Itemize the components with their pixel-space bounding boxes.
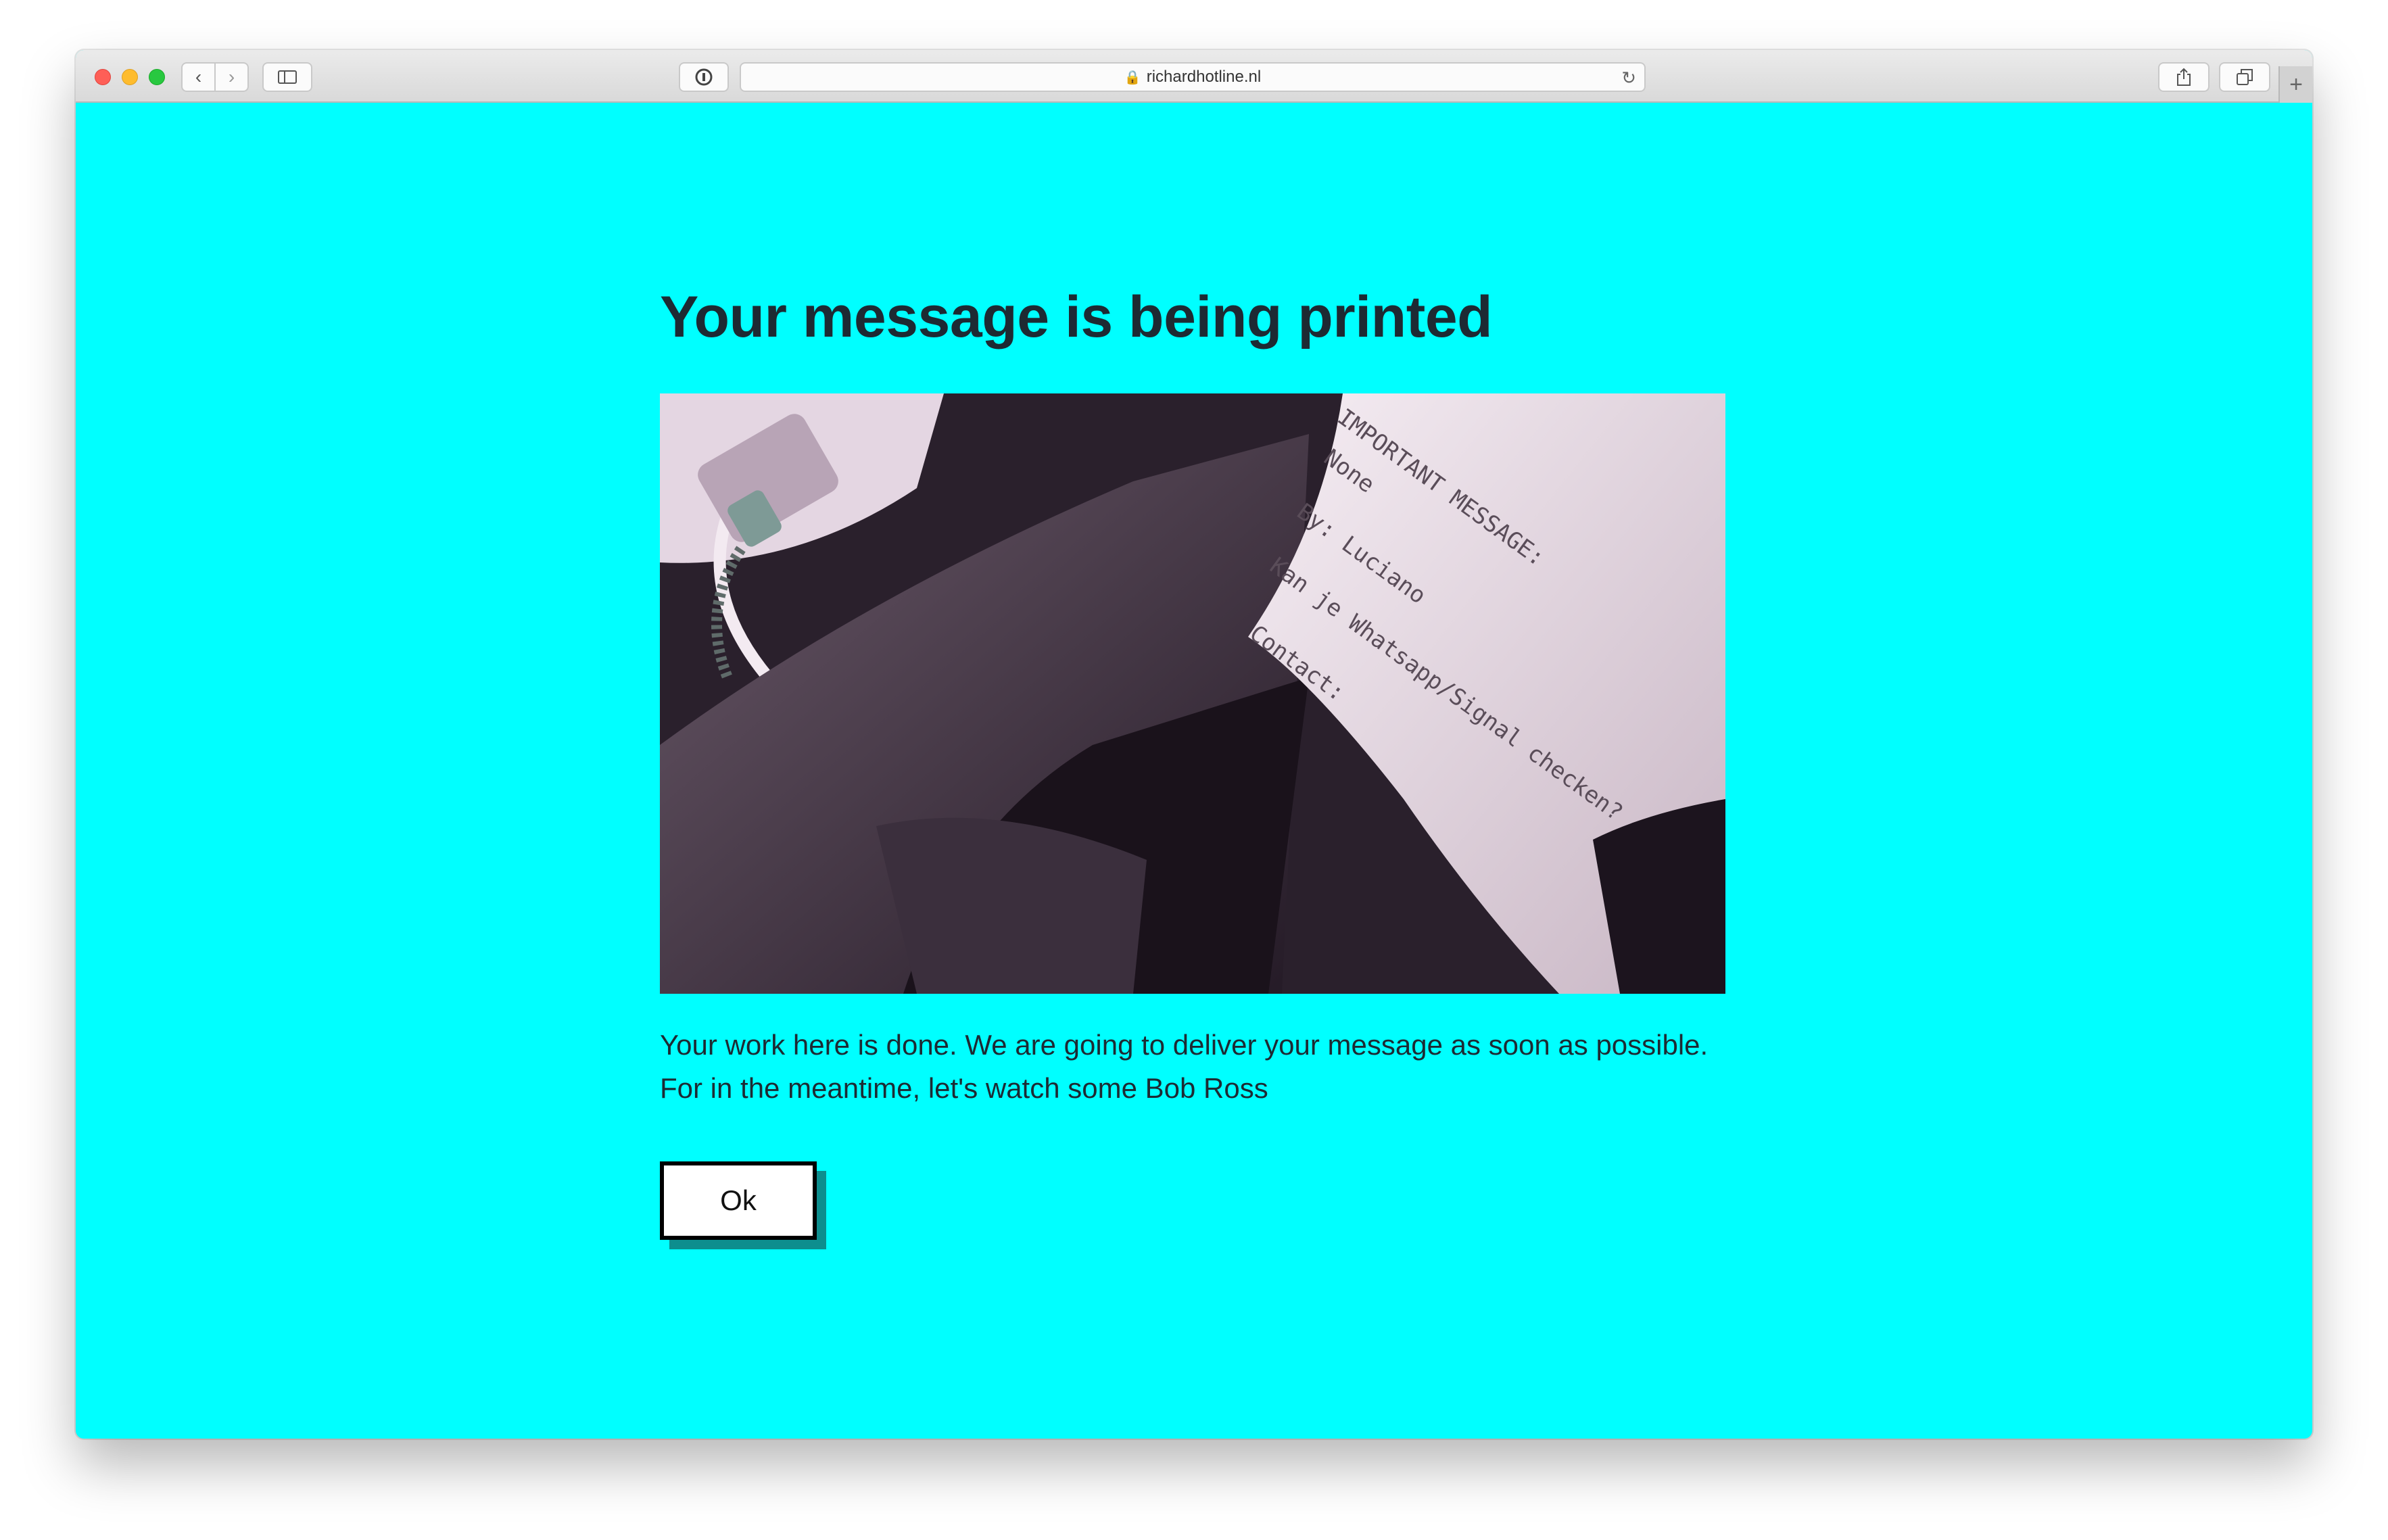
share-button[interactable]: [2158, 62, 2210, 92]
lock-icon: 🔒: [1124, 70, 1141, 85]
page-content: Your message is being printed IMPORTANT …: [660, 285, 1728, 1249]
tabs-overview-button[interactable]: [2219, 62, 2270, 92]
body-line: For in the meantime, let's watch some Bo…: [660, 1072, 1268, 1104]
printer-photo-illustration: IMPORTANT MESSAGE: None By: Luciano Kan …: [660, 393, 1725, 994]
page-title: Your message is being printed: [660, 285, 1493, 350]
chevron-left-icon: ‹: [195, 66, 202, 87]
address-bar[interactable]: 🔒 richardhotline.nl ↻: [740, 62, 1646, 92]
reload-icon[interactable]: ↻: [1621, 68, 1636, 89]
body-text: Your work here is done. We are going to …: [660, 1024, 1728, 1110]
navigation-buttons: ‹ ›: [181, 62, 249, 92]
ok-button-wrapper: Ok: [660, 1161, 826, 1249]
minimize-window-button[interactable]: [122, 69, 138, 85]
body-line: Your work here is done. We are going to …: [660, 1029, 1709, 1061]
password-manager-button[interactable]: [679, 62, 729, 92]
forward-button[interactable]: ›: [215, 62, 249, 92]
tabs-overview-icon: [2237, 69, 2253, 85]
sidebar-toggle-button[interactable]: [262, 62, 312, 92]
sidebar-icon: [278, 70, 297, 84]
zoom-window-button[interactable]: [149, 69, 165, 85]
url-text: richardhotline.nl: [1146, 68, 1262, 86]
ok-button[interactable]: Ok: [660, 1161, 817, 1240]
share-icon: [2177, 68, 2191, 86]
new-tab-button[interactable]: +: [2278, 66, 2312, 103]
browser-toolbar: ‹ › 🔒 richardhotline.nl ↻ +: [76, 50, 2312, 103]
close-window-button[interactable]: [95, 69, 111, 85]
plus-icon: +: [2289, 71, 2303, 97]
chevron-right-icon: ›: [228, 66, 235, 87]
printer-photo: IMPORTANT MESSAGE: None By: Luciano Kan …: [660, 393, 1725, 994]
back-button[interactable]: ‹: [181, 62, 215, 92]
browser-window: ‹ › 🔒 richardhotline.nl ↻ + Your message…: [76, 50, 2312, 1439]
password-manager-icon: [695, 68, 713, 86]
